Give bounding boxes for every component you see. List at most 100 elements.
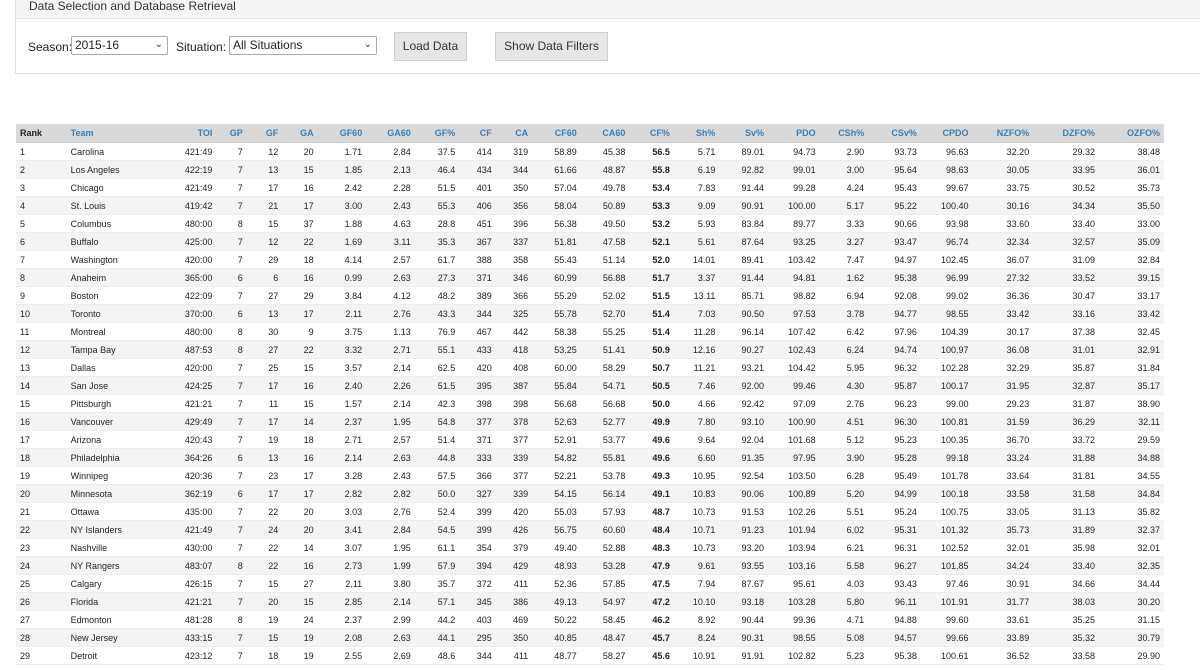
column-header-dzfo-pct[interactable]: DZFO% bbox=[1033, 124, 1099, 143]
cell-ca60: 52.02 bbox=[580, 286, 630, 305]
cell-ga: 16 bbox=[282, 448, 318, 467]
cell-team: Columbus bbox=[66, 214, 160, 233]
cell-ca: 325 bbox=[495, 304, 533, 323]
situation-select[interactable]: All Situations ⌄ bbox=[229, 36, 377, 55]
column-header-team[interactable]: Team bbox=[66, 124, 160, 143]
cell-rank: 18 bbox=[16, 448, 67, 467]
cell-gf: 13 bbox=[246, 160, 283, 179]
cell-toi: 421:49 bbox=[159, 142, 217, 161]
column-header-gf60[interactable]: GF60 bbox=[317, 124, 367, 143]
cell-ca: 366 bbox=[495, 286, 533, 305]
cell-toi: 426:15 bbox=[159, 574, 217, 593]
cell-rank: 23 bbox=[16, 538, 67, 557]
column-header-sv-pct[interactable]: Sv% bbox=[719, 124, 768, 143]
cell-dzfo-pct: 31.09 bbox=[1033, 250, 1099, 269]
column-header-ca[interactable]: CA bbox=[495, 124, 533, 143]
cell-gf: 17 bbox=[246, 178, 283, 197]
column-header-sh-pct[interactable]: Sh% bbox=[673, 124, 720, 143]
cell-ga60: 2.63 bbox=[366, 628, 415, 647]
cell-ca60: 53.28 bbox=[580, 556, 630, 575]
cell-sv-pct: 93.10 bbox=[719, 412, 768, 431]
cell-ca60: 48.47 bbox=[580, 628, 630, 647]
column-header-ozfo-pct[interactable]: OZFO% bbox=[1099, 124, 1164, 143]
cell-team: Carolina bbox=[66, 142, 160, 161]
cell-rank: 9 bbox=[16, 286, 67, 305]
cell-rank: 26 bbox=[16, 592, 67, 611]
cell-ga60: 2.69 bbox=[366, 646, 415, 665]
column-header-cf-pct[interactable]: CF% bbox=[629, 124, 674, 143]
cell-gf: 22 bbox=[246, 502, 283, 521]
cell-gp: 8 bbox=[216, 214, 247, 233]
cell-ga60: 2.43 bbox=[366, 196, 415, 215]
cell-gf-pct: 28.8 bbox=[414, 214, 460, 233]
cell-gf60: 2.40 bbox=[317, 376, 367, 395]
column-header-nzfo-pct[interactable]: NZFO% bbox=[972, 124, 1034, 143]
cell-cf60: 56.38 bbox=[532, 214, 581, 233]
cell-ga60: 2.71 bbox=[366, 340, 415, 359]
cell-gp: 7 bbox=[216, 412, 247, 431]
cell-ga60: 2.28 bbox=[366, 178, 415, 197]
cell-cf: 388 bbox=[459, 250, 496, 269]
cell-csv-pct: 92.08 bbox=[868, 286, 921, 305]
cell-dzfo-pct: 37.38 bbox=[1033, 322, 1099, 341]
cell-ga60: 4.63 bbox=[366, 214, 415, 233]
cell-csh-pct: 1.62 bbox=[819, 268, 869, 287]
cell-csv-pct: 97.96 bbox=[868, 322, 921, 341]
cell-ozfo-pct: 32.01 bbox=[1099, 538, 1164, 557]
cell-ozfo-pct: 36.01 bbox=[1099, 160, 1164, 179]
column-header-cf[interactable]: CF bbox=[459, 124, 496, 143]
column-header-gf-pct[interactable]: GF% bbox=[414, 124, 460, 143]
cell-ca: 396 bbox=[495, 214, 533, 233]
cell-dzfo-pct: 30.52 bbox=[1033, 178, 1099, 197]
column-header-csh-pct[interactable]: CSh% bbox=[819, 124, 869, 143]
column-header-csv-pct[interactable]: CSv% bbox=[868, 124, 921, 143]
cell-csv-pct: 94.97 bbox=[868, 250, 921, 269]
cell-cpdo: 100.17 bbox=[920, 376, 973, 395]
cell-cpdo: 99.02 bbox=[920, 286, 973, 305]
cell-nzfo-pct: 36.07 bbox=[972, 250, 1034, 269]
show-data-filters-button[interactable]: Show Data Filters bbox=[495, 32, 608, 61]
cell-gf60: 3.84 bbox=[317, 286, 367, 305]
season-label: Season: bbox=[28, 40, 73, 54]
column-header-ga60[interactable]: GA60 bbox=[366, 124, 415, 143]
cell-team: St. Louis bbox=[66, 196, 160, 215]
cell-csh-pct: 5.95 bbox=[819, 358, 869, 377]
cell-cpdo: 100.18 bbox=[920, 484, 973, 503]
cell-toi: 362:19 bbox=[159, 484, 217, 503]
cell-ga60: 2.57 bbox=[366, 430, 415, 449]
column-header-cf60[interactable]: CF60 bbox=[532, 124, 581, 143]
cell-csh-pct: 5.51 bbox=[819, 502, 869, 521]
cell-csh-pct: 4.51 bbox=[819, 412, 869, 431]
cell-nzfo-pct: 31.95 bbox=[972, 376, 1034, 395]
column-header-gp[interactable]: GP bbox=[216, 124, 247, 143]
cell-ozfo-pct: 35.73 bbox=[1099, 178, 1164, 197]
cell-gf60: 2.42 bbox=[317, 178, 367, 197]
column-header-ca60[interactable]: CA60 bbox=[580, 124, 630, 143]
cell-csh-pct: 3.90 bbox=[819, 448, 869, 467]
cell-ca60: 55.81 bbox=[580, 448, 630, 467]
cell-toi: 420:00 bbox=[159, 250, 217, 269]
cell-ozfo-pct: 33.17 bbox=[1099, 286, 1164, 305]
cell-team: New Jersey bbox=[66, 628, 160, 647]
situation-select-value: All Situations bbox=[233, 38, 303, 52]
table-row: 7 Washington 420:00 7 29 18 4.14 2.57 61.7 388 358… bbox=[16, 250, 1164, 269]
cell-gf-pct: 62.5 bbox=[414, 358, 460, 377]
load-data-button[interactable]: Load Data bbox=[394, 32, 467, 61]
table-row: 29 Detroit 423:12 7 18 19 2.55 2.69 48.6 344 411 48… bbox=[16, 646, 1164, 665]
cell-gf-pct: 51.5 bbox=[414, 178, 460, 197]
column-header-gf[interactable]: GF bbox=[246, 124, 283, 143]
cell-nzfo-pct: 33.60 bbox=[972, 214, 1034, 233]
cell-ozfo-pct: 35.17 bbox=[1099, 376, 1164, 395]
cell-gp: 7 bbox=[216, 574, 247, 593]
cell-ga60: 2.57 bbox=[366, 250, 415, 269]
column-header-cpdo[interactable]: CPDO bbox=[920, 124, 973, 143]
cell-team: Vancouver bbox=[66, 412, 160, 431]
column-header-pdo[interactable]: PDO bbox=[768, 124, 820, 143]
column-header-toi[interactable]: TOI bbox=[159, 124, 217, 143]
cell-dzfo-pct: 33.52 bbox=[1033, 268, 1099, 287]
cell-cpdo: 99.18 bbox=[920, 448, 973, 467]
cell-gf: 18 bbox=[246, 646, 283, 665]
season-select[interactable]: 2015-16 ⌄ bbox=[71, 36, 168, 55]
column-header-ga[interactable]: GA bbox=[282, 124, 318, 143]
cell-ozfo-pct: 29.59 bbox=[1099, 430, 1164, 449]
